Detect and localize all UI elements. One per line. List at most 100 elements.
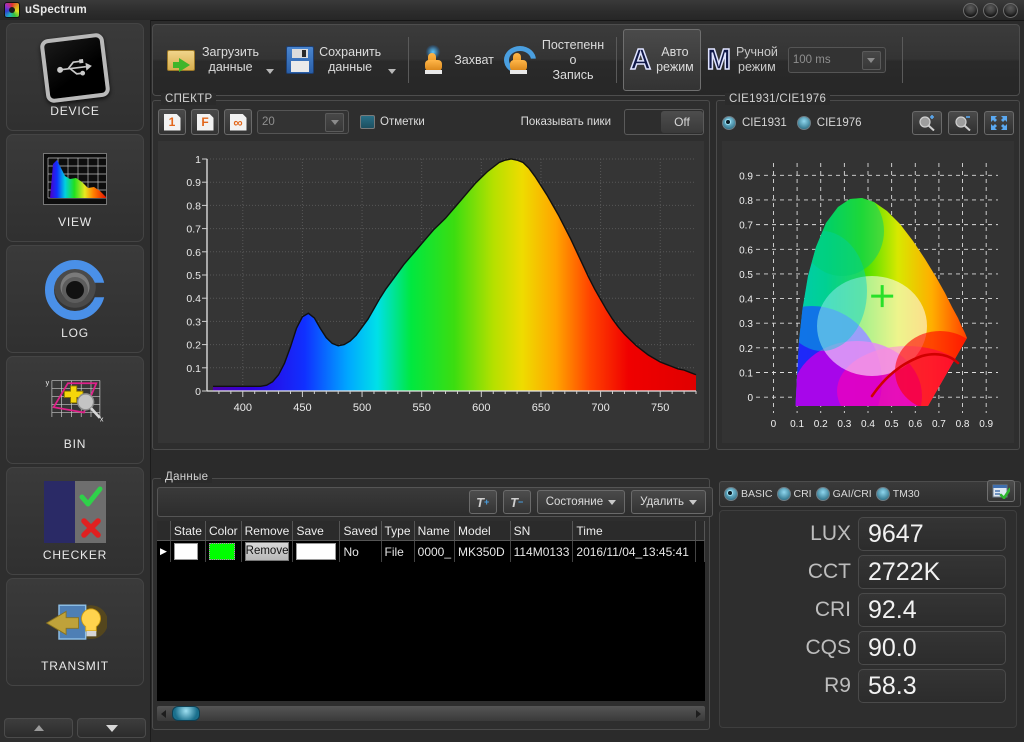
load-data-button[interactable]: Загрузить данные	[161, 30, 280, 90]
close-button[interactable]	[1003, 3, 1018, 18]
show-peaks-toggle[interactable]: Off	[624, 109, 704, 135]
sidebar-item-label: LOG	[61, 326, 89, 340]
sidebar-item-transmit[interactable]: TRANSMIT	[6, 578, 144, 686]
minimize-button[interactable]	[963, 3, 978, 18]
text-decrease-button[interactable]: T−	[503, 490, 531, 514]
sidebar-item-log[interactable]: LOG	[6, 245, 144, 353]
data-grid[interactable]: State Color Remove Save Saved Type Name …	[157, 521, 705, 701]
freeze-button[interactable]: F	[191, 109, 219, 135]
svg-text:0.5: 0.5	[739, 270, 753, 281]
metric-name: CQS	[805, 636, 851, 660]
cell-extra	[696, 541, 705, 563]
chevron-down-icon[interactable]	[266, 69, 274, 74]
fit-to-screen-button[interactable]	[984, 111, 1014, 135]
capture-label: Захват	[454, 53, 494, 68]
svg-text:0: 0	[771, 419, 777, 430]
state-dropdown-label: Состояние	[546, 496, 603, 508]
col-name[interactable]: Name	[414, 521, 454, 541]
state-dropdown-button[interactable]: Состояние	[537, 490, 625, 514]
cie1976-radio[interactable]	[797, 116, 811, 130]
auto-mode-button[interactable]: A Авто режим	[623, 29, 701, 91]
cie1931-label: CIE1931	[742, 117, 787, 129]
col-model[interactable]: Model	[455, 521, 511, 541]
col-save[interactable]: Save	[293, 521, 340, 541]
chevron-down-icon[interactable]	[388, 69, 396, 74]
report-settings-icon	[992, 484, 1010, 499]
svg-text:0: 0	[195, 386, 201, 398]
scroll-down-arrow[interactable]	[77, 718, 146, 738]
metric-row-cri: CRI 92.4	[720, 591, 1016, 629]
zoom-in-button[interactable]	[912, 111, 942, 135]
col-color[interactable]: Color	[205, 521, 241, 541]
cell-save[interactable]	[293, 541, 340, 563]
scroll-left-arrow[interactable]	[157, 707, 170, 720]
delete-dropdown-button[interactable]: Удалить	[631, 490, 706, 514]
chevron-down-icon[interactable]	[862, 51, 881, 70]
continuous-button[interactable]: ∞	[224, 109, 252, 135]
data-panel-caption: Данные	[161, 471, 212, 483]
load-data-label: Загрузить данные	[202, 45, 259, 75]
sidebar-item-bin[interactable]: y x BIN	[6, 356, 144, 464]
text-increase-button[interactable]: T+	[469, 490, 497, 514]
cie1931-radio[interactable]	[722, 116, 736, 130]
bin-chart-magnifier-icon: y x	[43, 369, 107, 433]
save-data-button[interactable]: Сохранить данные	[280, 30, 402, 90]
chevron-down-icon[interactable]	[325, 113, 344, 132]
cie-chart[interactable]: 00.10.20.30.40.50.60.70.80.9 00.10.20.30…	[722, 141, 1014, 443]
single-capture-button[interactable]: 1	[158, 109, 186, 135]
scroll-right-arrow[interactable]	[692, 707, 705, 720]
maximize-button[interactable]	[983, 3, 998, 18]
sidebar-item-checker[interactable]: CHECKER	[6, 467, 144, 575]
sidebar-item-view[interactable]: VIEW	[6, 134, 144, 242]
svg-text:0.8: 0.8	[739, 196, 753, 207]
cell-remove[interactable]: Remove	[241, 541, 293, 563]
bin-glyph-icon: y x	[43, 374, 107, 428]
sidebar-item-device[interactable]: DEVICE	[6, 23, 144, 131]
cell-state[interactable]	[170, 541, 205, 563]
col-sn[interactable]: SN	[510, 521, 573, 541]
metric-name: LUX	[810, 522, 851, 546]
report-settings-button[interactable]	[987, 480, 1015, 502]
svg-text:0.7: 0.7	[932, 419, 946, 430]
tab-cri[interactable]: CRI	[777, 487, 812, 501]
cie-panel-caption: CIE1931/CIE1976	[725, 93, 830, 105]
data-grid-hscrollbar[interactable]	[157, 706, 705, 721]
cie-panel: CIE1931/CIE1976 CIE1931 CIE1976	[716, 100, 1020, 450]
row-indicator: ▶	[157, 541, 170, 563]
tm30-radio[interactable]	[876, 487, 890, 501]
svg-text:1: 1	[195, 154, 201, 166]
scroll-thumb[interactable]	[172, 706, 200, 721]
manual-mode-button[interactable]: M Ручной режим	[701, 30, 784, 90]
data-table: State Color Remove Save Saved Type Name …	[157, 521, 705, 562]
tab-tm30[interactable]: TM30	[876, 487, 920, 501]
col-time[interactable]: Time	[573, 521, 696, 541]
basic-radio[interactable]	[724, 487, 738, 501]
col-remove[interactable]: Remove	[241, 521, 293, 541]
zoom-out-button[interactable]	[948, 111, 978, 135]
cri-radio[interactable]	[777, 487, 791, 501]
spectrum-chart-svg: 00.10.20.30.40.50.60.70.80.91 4004505005…	[158, 141, 704, 443]
tab-gai-cri[interactable]: GAI/CRI	[816, 487, 872, 501]
gradual-record-button[interactable]: Постепенн о Запись	[500, 30, 610, 90]
svg-text:0: 0	[747, 393, 753, 404]
scroll-up-arrow[interactable]	[4, 718, 73, 738]
svg-text:450: 450	[293, 402, 311, 414]
tab-basic[interactable]: BASIC	[724, 487, 773, 501]
cell-color[interactable]	[205, 541, 241, 563]
capture-button[interactable]: Захват	[415, 30, 500, 90]
table-row[interactable]: ▶ Remove No F	[157, 541, 705, 563]
svg-text:0.1: 0.1	[739, 368, 753, 379]
col-state[interactable]: State	[170, 521, 205, 541]
spectrum-chart[interactable]: 00.10.20.30.40.50.60.70.80.91 4004505005…	[158, 141, 704, 443]
cell-model: MK350D	[455, 541, 511, 563]
col-type[interactable]: Type	[381, 521, 414, 541]
marks-checkbox[interactable]	[360, 115, 375, 129]
gai-cri-radio[interactable]	[816, 487, 830, 501]
sample-count-select[interactable]: 20	[257, 110, 349, 134]
window-title: uSpectrum	[25, 4, 87, 16]
manual-mode-glyph-icon: M	[707, 45, 731, 75]
transmit-bulb-icon	[43, 591, 107, 655]
spectrum-panel-caption: СПЕКТР	[161, 93, 216, 105]
exposure-time-select[interactable]: 100 ms	[788, 47, 886, 73]
col-saved[interactable]: Saved	[340, 521, 381, 541]
